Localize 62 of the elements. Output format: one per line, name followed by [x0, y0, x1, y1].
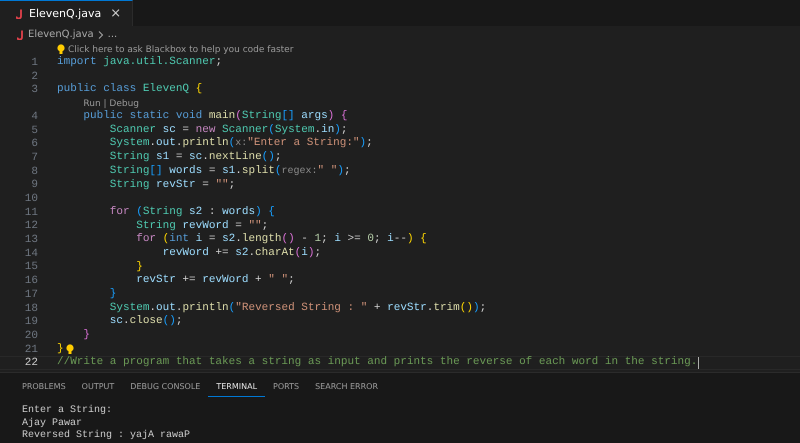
line-number: 21 [24, 344, 39, 356]
line-number: 22 [24, 357, 39, 370]
panel-tab[interactable]: OUTPUT [74, 376, 122, 396]
code-line: revWord += s2.charAt(i); [162, 246, 322, 261]
code-line: //Write a program that takes a string as input and prints the reverse of each word in the string. [57, 356, 698, 370]
code-line: String[] words = s1.split(regex:" "); [108, 164, 351, 179]
line-number: 11 [24, 206, 39, 219]
code-line: } [108, 288, 116, 302]
code-line: System.out.println("Reversed String : " + revStr.trim()); [108, 302, 486, 315]
panel-tab[interactable]: TERMINAL [208, 376, 266, 396]
code-line: import java.util.Scanner; [57, 56, 222, 70]
panel-tab[interactable]: DEBUG CONSOLE [122, 376, 208, 396]
code-lens[interactable]: Click here to ask Blackbox to help you code faster [68, 44, 294, 54]
code-line: String revWord = ""; [135, 220, 268, 233]
line-number: 19 [24, 316, 39, 328]
lightbulb-icon[interactable] [66, 344, 74, 356]
code-lens[interactable]: Run | Debug [83, 98, 139, 109]
code-line: for (String s2 : words) { [108, 206, 275, 220]
code-line: sc.close(); [108, 315, 182, 330]
line-number: 16 [24, 275, 39, 288]
code-line: } [135, 260, 143, 274]
code-line: System.out.println(x:"Enter a String:"); [108, 137, 373, 151]
line-number: 14 [24, 248, 39, 260]
line-number: 18 [24, 302, 39, 315]
code-line: String s1 = sc.nextLine(); [108, 151, 282, 165]
code-line: } [57, 342, 64, 356]
breadcrumb-more[interactable]: ... [108, 29, 118, 40]
panel-tab[interactable]: SEARCH ERROR [307, 376, 386, 396]
code-line: public static void main(String[] args) { [82, 110, 348, 124]
code-line: Scanner sc = new Scanner(System.in); [108, 124, 348, 137]
java-file-icon [17, 30, 24, 40]
line-number: 3 [30, 84, 39, 96]
line-number: 1 [30, 56, 39, 69]
line-number: 2 [30, 70, 39, 83]
line-number: 15 [24, 261, 39, 274]
editor-tab[interactable]: ElevenQ.java × [0, 0, 134, 26]
terminal-output-line: Reversed String : yajA rawaP [22, 430, 192, 442]
line-number: 7 [30, 152, 39, 164]
code-line: revStr += revWord + " "; [135, 274, 295, 288]
line-number: 10 [24, 193, 39, 206]
line-number: 9 [30, 179, 39, 192]
line-number: 4 [30, 110, 39, 123]
code-line: for (int i = s2.length() - 1; i >= 0; i--) { [135, 233, 427, 247]
line-number: 5 [30, 124, 39, 137]
terminal-output-line: Ajay Pawar [22, 418, 84, 430]
code-line: String revStr = ""; [108, 178, 236, 192]
line-number: 8 [30, 166, 39, 178]
chevron-icon [98, 30, 104, 38]
line-number: 6 [30, 138, 39, 150]
java-file-icon [16, 8, 23, 18]
code-line: public class ElevenQ { [57, 83, 202, 98]
panel-tab[interactable]: PORTS [265, 376, 308, 396]
close-icon[interactable]: × [107, 6, 124, 21]
line-number: 20 [24, 330, 39, 342]
line-number: 12 [24, 220, 39, 232]
line-number: 17 [24, 288, 39, 301]
code-line: } [82, 329, 90, 343]
line-number: 13 [24, 234, 39, 246]
breadcrumb-file[interactable]: ElevenQ.java [28, 29, 94, 40]
terminal-output-line: Enter a String: [22, 405, 114, 418]
text-cursor [698, 357, 700, 370]
panel-tab[interactable]: PROBLEMS [14, 376, 74, 396]
